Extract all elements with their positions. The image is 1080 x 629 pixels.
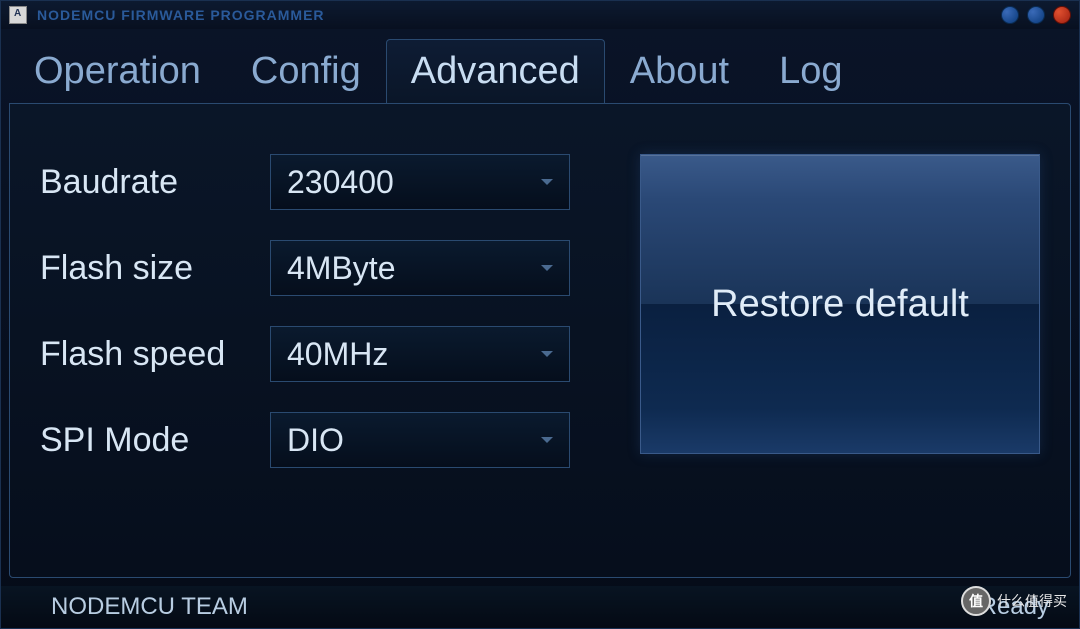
window-title: NODEMCU FIRMWARE PROGRAMMER [37, 7, 325, 23]
settings-area: Baudrate 230400 Flash size 4MByte Flash … [10, 104, 1070, 518]
statusbar: NODEMCU TEAM Ready [1, 586, 1079, 628]
spi-mode-value: DIO [287, 422, 344, 459]
close-button[interactable] [1053, 6, 1071, 24]
maximize-button[interactable] [1027, 6, 1045, 24]
app-window: NODEMCU FIRMWARE PROGRAMMER Operation Co… [0, 0, 1080, 629]
watermark: 值 什么值得买 [961, 586, 1067, 616]
tab-about[interactable]: About [605, 39, 754, 103]
watermark-badge-icon: 值 [961, 586, 991, 616]
flash-size-label: Flash size [40, 249, 270, 288]
settings-grid: Baudrate 230400 Flash size 4MByte Flash … [40, 154, 570, 468]
spi-mode-dropdown[interactable]: DIO [270, 412, 570, 468]
titlebar: NODEMCU FIRMWARE PROGRAMMER [1, 1, 1079, 29]
flash-speed-label: Flash speed [40, 335, 270, 374]
baudrate-value: 230400 [287, 164, 394, 201]
tab-config[interactable]: Config [226, 39, 386, 103]
statusbar-left: NODEMCU TEAM [51, 593, 248, 621]
flash-speed-value: 40MHz [287, 336, 388, 373]
flash-speed-dropdown[interactable]: 40MHz [270, 326, 570, 382]
baudrate-dropdown[interactable]: 230400 [270, 154, 570, 210]
app-icon [9, 6, 27, 24]
chevron-down-icon [541, 265, 553, 271]
flash-size-dropdown[interactable]: 4MByte [270, 240, 570, 296]
window-controls [1001, 6, 1071, 24]
tab-advanced[interactable]: Advanced [386, 39, 605, 103]
tab-log[interactable]: Log [754, 39, 867, 103]
restore-default-label: Restore default [711, 283, 969, 326]
watermark-text: 什么值得买 [997, 591, 1067, 611]
flash-size-value: 4MByte [287, 250, 395, 287]
restore-default-button[interactable]: Restore default [640, 154, 1040, 454]
minimize-button[interactable] [1001, 6, 1019, 24]
chevron-down-icon [541, 437, 553, 443]
tab-bar: Operation Config Advanced About Log [1, 29, 1079, 103]
chevron-down-icon [541, 179, 553, 185]
content-panel: Baudrate 230400 Flash size 4MByte Flash … [9, 103, 1071, 578]
tab-operation[interactable]: Operation [9, 39, 226, 103]
baudrate-label: Baudrate [40, 163, 270, 202]
spi-mode-label: SPI Mode [40, 421, 270, 460]
chevron-down-icon [541, 351, 553, 357]
